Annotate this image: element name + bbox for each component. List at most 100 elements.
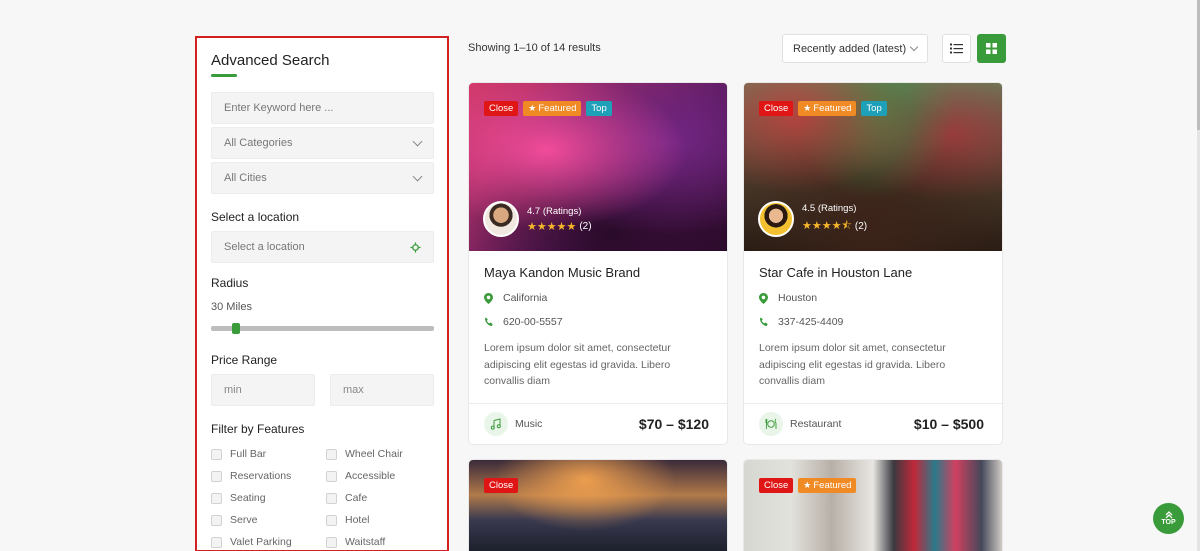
- stars-icon: ★★★★★: [527, 220, 577, 233]
- listing-category[interactable]: Restaurant: [759, 412, 841, 436]
- results-count: Showing 1–10 of 14 results: [468, 42, 601, 54]
- feature-checkbox[interactable]: Full Bar: [211, 448, 266, 460]
- feature-checkbox[interactable]: Seating: [211, 492, 266, 504]
- listing-category[interactable]: Music: [484, 412, 542, 436]
- price-max-input[interactable]: max: [330, 374, 434, 406]
- feature-label: Reservations: [230, 470, 292, 482]
- checkbox[interactable]: [326, 536, 337, 548]
- map-pin-icon: [484, 292, 494, 304]
- listing-footer: Restaurant $10 – $500: [744, 403, 1002, 444]
- crosshair-icon[interactable]: [410, 241, 421, 253]
- listing-phone: 337-425-4409: [759, 316, 987, 328]
- listing-title[interactable]: Maya Kandon Music Brand: [484, 265, 712, 280]
- rating-info: 4.7 (Ratings) ★★★★★ (2): [527, 206, 592, 233]
- listing-image[interactable]: Close ★ Featured Top 4.7 (Ratings) ★★★★★ …: [469, 83, 727, 251]
- location-text: Houston: [778, 292, 818, 304]
- close-badge: Close: [484, 478, 519, 493]
- listing-card[interactable]: Close: [468, 459, 728, 551]
- listing-phone: 620-00-5557: [484, 316, 712, 328]
- feature-checkbox[interactable]: Waitstaff: [326, 536, 385, 548]
- grid-view-button[interactable]: [977, 34, 1006, 63]
- feature-label: Seating: [230, 492, 266, 504]
- list-view-button[interactable]: [942, 34, 971, 63]
- price-min-input[interactable]: min: [211, 374, 315, 406]
- checkbox[interactable]: [211, 470, 222, 482]
- checkbox[interactable]: [326, 470, 337, 482]
- back-to-top-button[interactable]: TOP: [1153, 503, 1184, 534]
- sort-selected: Recently added (latest): [793, 42, 907, 55]
- featured-label: Featured: [813, 103, 852, 114]
- checkbox[interactable]: [211, 536, 222, 548]
- category-label: Music: [515, 418, 543, 430]
- keyword-input[interactable]: Enter Keyword here ...: [211, 92, 434, 124]
- featured-badge: ★ Featured: [523, 101, 582, 116]
- review-count: (2): [579, 220, 592, 232]
- listing-location: Houston: [759, 292, 987, 304]
- feature-checkbox[interactable]: Hotel: [326, 514, 370, 526]
- checkbox[interactable]: [326, 492, 337, 504]
- feature-label: Valet Parking: [230, 536, 292, 548]
- phone-text[interactable]: 620-00-5557: [503, 316, 563, 328]
- star-icon: ★: [803, 103, 812, 113]
- rating-info: 4.5 (Ratings) ★★★★⯪ (2): [802, 203, 867, 236]
- close-badge: Close: [759, 478, 794, 493]
- listing-title[interactable]: Star Cafe in Houston Lane: [759, 265, 987, 280]
- close-badge: Close: [484, 101, 519, 116]
- listing-body: Star Cafe in Houston Lane Houston 337-42…: [744, 251, 1002, 403]
- listing-card[interactable]: Close ★ Featured Top 4.7 (Ratings) ★★★★★ …: [468, 82, 728, 445]
- radius-slider-track[interactable]: [211, 326, 434, 331]
- location-label: Select a location: [211, 210, 300, 224]
- feature-label: Cafe: [345, 492, 368, 504]
- radius-label: Radius: [211, 276, 249, 290]
- radius-slider-handle[interactable]: [232, 323, 240, 334]
- price-min-placeholder: min: [224, 384, 242, 396]
- review-count: (2): [854, 220, 868, 232]
- listing-card[interactable]: Close ★ Featured: [743, 459, 1003, 551]
- list-icon: [950, 43, 963, 54]
- checkbox[interactable]: [211, 492, 222, 504]
- radius-value: 30 Miles: [211, 301, 252, 313]
- sort-select[interactable]: Recently added (latest): [782, 34, 928, 63]
- feature-checkbox[interactable]: Valet Parking: [211, 536, 292, 548]
- listing-price: $70 – $120: [638, 416, 709, 432]
- phone-text[interactable]: 337-425-4409: [778, 316, 843, 328]
- listing-image[interactable]: Close ★ Featured: [744, 460, 1002, 551]
- double-chevron-up-icon: [1165, 510, 1172, 518]
- music-icon: [484, 412, 508, 436]
- feature-checkbox[interactable]: Reservations: [211, 470, 291, 482]
- listing-image[interactable]: Close: [469, 460, 727, 551]
- features-label: Filter by Features: [211, 422, 305, 436]
- price-range-label: Price Range: [211, 353, 278, 367]
- feature-checkbox[interactable]: Cafe: [326, 492, 367, 504]
- category-select[interactable]: All Categories: [211, 127, 434, 159]
- checkbox[interactable]: [326, 514, 337, 526]
- category-label: Restaurant: [790, 418, 842, 430]
- listing-footer: Music $70 – $120: [469, 403, 727, 444]
- listing-body: Maya Kandon Music Brand California 620-0…: [469, 251, 727, 403]
- avatar[interactable]: [483, 201, 519, 237]
- chevron-down-icon: [412, 171, 423, 181]
- listing-badges: Close ★ Featured Top: [484, 101, 612, 116]
- feature-checkbox[interactable]: Serve: [211, 514, 257, 526]
- feature-label: Accessible: [345, 470, 396, 482]
- featured-badge: ★ Featured: [798, 101, 857, 116]
- feature-label: Wheel Chair: [345, 448, 403, 460]
- checkbox[interactable]: [326, 448, 337, 460]
- title-underline: [211, 74, 237, 77]
- checkbox[interactable]: [211, 514, 222, 526]
- listing-card[interactable]: Close ★ Featured Top 4.5 (Ratings) ★★★★⯪ …: [743, 82, 1003, 445]
- feature-checkbox[interactable]: Wheel Chair: [326, 448, 403, 460]
- stars-row: ★★★★★ (2): [527, 220, 592, 233]
- star-icon: ★: [803, 480, 812, 490]
- feature-checkbox[interactable]: Accessible: [326, 470, 395, 482]
- city-select[interactable]: All Cities: [211, 162, 434, 194]
- location-input[interactable]: Select a location: [211, 231, 434, 263]
- keyword-placeholder: Enter Keyword here ...: [224, 102, 334, 114]
- listing-badges: Close ★ Featured: [759, 478, 857, 493]
- feature-label: Waitstaff: [345, 536, 386, 548]
- checkbox[interactable]: [211, 448, 222, 460]
- avatar[interactable]: [758, 201, 794, 237]
- city-selected: All Cities: [224, 172, 267, 184]
- rating-text: 4.5 (Ratings): [802, 202, 857, 214]
- listing-image[interactable]: Close ★ Featured Top 4.5 (Ratings) ★★★★⯪ …: [744, 83, 1002, 251]
